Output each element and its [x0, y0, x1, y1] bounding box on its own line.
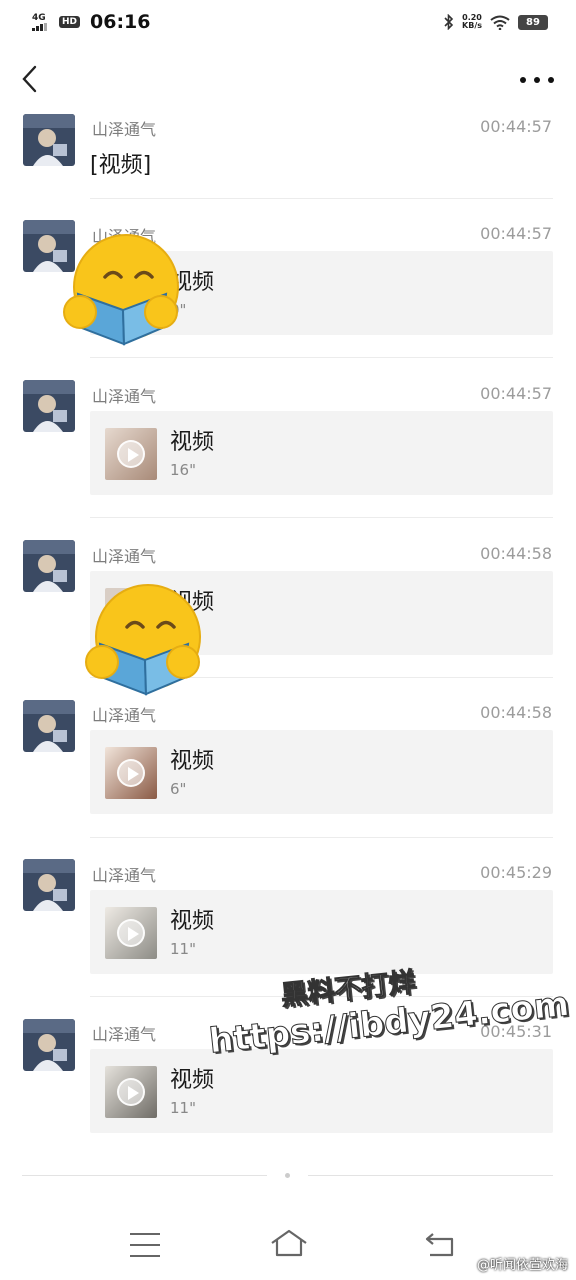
- avatar[interactable]: [23, 700, 75, 752]
- end-divider-right: [308, 1175, 553, 1176]
- bluetooth-icon: [444, 14, 454, 30]
- avatar[interactable]: [23, 380, 75, 432]
- video-duration: 16": [170, 461, 196, 479]
- video-duration: 6": [170, 780, 187, 798]
- sender-name: 山泽通气: [92, 120, 157, 139]
- avatar-image: [23, 859, 75, 911]
- divider: [90, 517, 553, 518]
- avatar-image: [23, 1019, 75, 1071]
- message-item: 山泽通气 00:44:57 视频 16": [0, 378, 576, 538]
- home-icon[interactable]: [269, 1227, 309, 1259]
- chevron-left-icon[interactable]: [18, 64, 42, 94]
- video-thumbnail: [105, 1066, 157, 1118]
- play-icon: [117, 919, 145, 947]
- avatar[interactable]: [23, 1019, 75, 1071]
- video-thumbnail: [105, 747, 157, 799]
- end-divider-dot: [285, 1173, 290, 1178]
- video-title: 视频: [170, 749, 215, 774]
- net-speed-unit: KB/s: [462, 21, 482, 30]
- message-text[interactable]: [视频]: [90, 147, 151, 179]
- message-time: 00:44:57: [480, 384, 552, 403]
- video-duration: 11": [170, 940, 196, 958]
- sender-name: 山泽通气: [92, 866, 157, 885]
- status-left: 4G HD 06:16: [32, 11, 151, 33]
- sender-name: 山泽通气: [92, 1025, 157, 1044]
- end-divider-left: [22, 1175, 267, 1176]
- sender-name: 山泽通气: [92, 387, 157, 406]
- menu-icon[interactable]: [130, 1233, 160, 1257]
- video-card[interactable]: 视频 16": [90, 411, 553, 495]
- video-title: 视频: [170, 909, 215, 934]
- status-right: 0.20 KB/s 89: [444, 14, 548, 30]
- sender-name: 山泽通气: [92, 547, 157, 566]
- divider: [90, 357, 553, 358]
- hd-badge: HD: [59, 16, 81, 28]
- play-icon: [117, 759, 145, 787]
- chat-nav-bar: [0, 52, 576, 108]
- network-indicator: 4G: [32, 12, 47, 31]
- wifi-icon: [490, 15, 510, 30]
- avatar-image: [23, 380, 75, 432]
- play-icon: [117, 440, 145, 468]
- video-title: 视频: [170, 430, 215, 455]
- avatar-image: [23, 114, 75, 166]
- back-arrow-icon[interactable]: [424, 1230, 456, 1258]
- play-icon: [117, 1078, 145, 1106]
- status-bar: 4G HD 06:16 0.20 KB/s 89: [0, 0, 576, 44]
- message-item: 山泽通气 00:44:58 视频 6": [0, 698, 576, 858]
- video-duration: 11": [170, 1099, 196, 1117]
- video-thumbnail: [105, 428, 157, 480]
- divider: [90, 837, 553, 838]
- avatar-image: [23, 540, 75, 592]
- avatar[interactable]: [23, 859, 75, 911]
- message-time: 00:44:57: [480, 117, 552, 136]
- more-dots-icon[interactable]: [520, 66, 554, 94]
- reading-emoji-sticker: [63, 234, 179, 346]
- divider: [90, 198, 553, 199]
- message-time: 00:44:58: [480, 703, 552, 722]
- net-speed: 0.20 KB/s: [462, 14, 482, 30]
- avatar-image: [23, 700, 75, 752]
- network-label: 4G: [32, 12, 46, 23]
- video-card[interactable]: 视频 6": [90, 730, 553, 814]
- status-time: 06:16: [90, 11, 151, 33]
- message-time: 00:44:58: [480, 544, 552, 563]
- signal-icon: [32, 22, 47, 31]
- battery-indicator: 89: [518, 14, 548, 30]
- video-title: 视频: [170, 1068, 215, 1093]
- reading-emoji-sticker: [85, 584, 201, 696]
- message-time: 00:45:29: [480, 863, 552, 882]
- credit-watermark: @听闻依萱欢海: [476, 1258, 568, 1273]
- avatar[interactable]: [23, 114, 75, 166]
- message-time: 00:44:57: [480, 224, 552, 243]
- sender-name: 山泽通气: [92, 706, 157, 725]
- avatar[interactable]: [23, 540, 75, 592]
- video-thumbnail: [105, 907, 157, 959]
